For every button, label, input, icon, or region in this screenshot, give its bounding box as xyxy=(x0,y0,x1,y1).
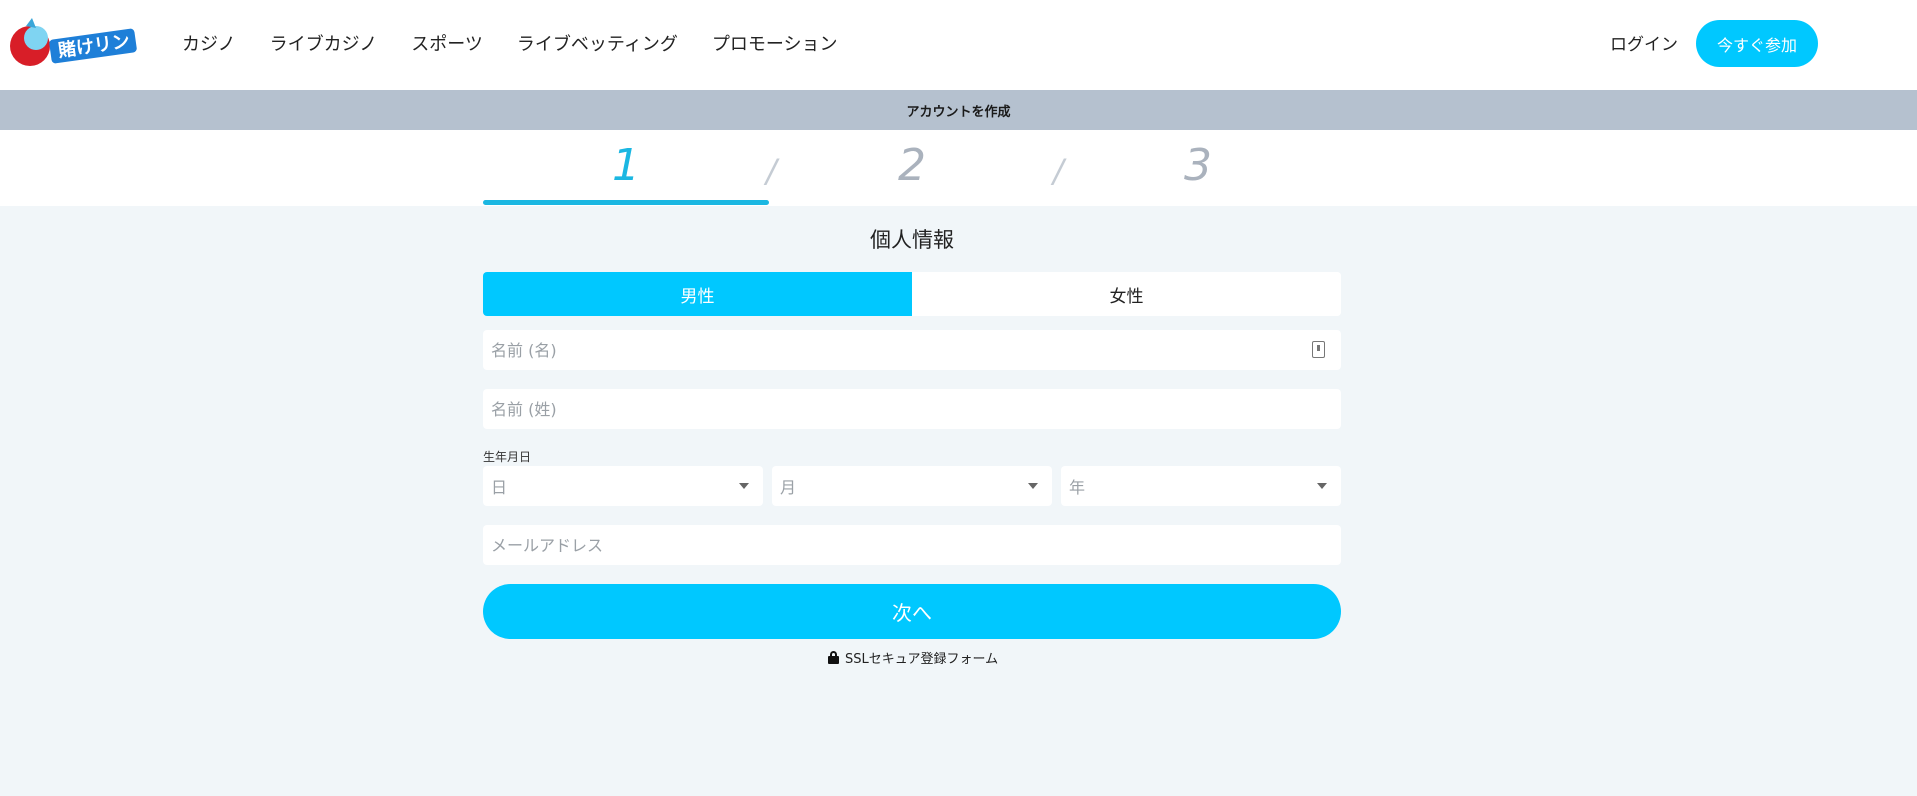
login-link[interactable]: ログイン xyxy=(1610,30,1678,55)
first-name-input[interactable] xyxy=(491,330,1341,370)
next-button[interactable]: 次へ xyxy=(483,584,1341,639)
active-step-underline xyxy=(483,200,769,205)
month-placeholder: 月 xyxy=(780,478,797,497)
step-1: 1 xyxy=(612,140,640,191)
site-logo[interactable]: 賭けリン xyxy=(6,16,140,72)
main-nav: カジノ ライブカジノ スポーツ ライブベッティング プロモーション xyxy=(182,0,871,86)
nav-casino[interactable]: カジノ xyxy=(182,30,236,56)
step-2: 2 xyxy=(898,140,926,191)
gender-toggle: 男性 女性 xyxy=(483,272,1341,316)
secure-form-note: SSLセキュア登録フォーム xyxy=(828,648,998,667)
secure-form-text: SSLセキュア登録フォーム xyxy=(845,652,999,667)
step-3: 3 xyxy=(1184,140,1212,191)
chevron-down-icon xyxy=(1317,483,1327,489)
nav-live-betting[interactable]: ライブベッティング xyxy=(517,30,678,56)
lock-icon xyxy=(828,651,839,664)
dob-label: 生年月日 xyxy=(483,450,532,464)
gender-male-option[interactable]: 男性 xyxy=(483,272,912,316)
last-name-field xyxy=(483,389,1341,429)
email-field xyxy=(483,525,1341,565)
nav-sports[interactable]: スポーツ xyxy=(411,30,483,56)
last-name-input[interactable] xyxy=(491,389,1341,429)
first-name-field xyxy=(483,330,1341,370)
chevron-down-icon xyxy=(1028,483,1038,489)
page-title: アカウントを作成 xyxy=(906,104,1011,120)
join-now-button[interactable]: 今すぐ参加 xyxy=(1696,20,1818,67)
year-placeholder: 年 xyxy=(1069,478,1086,497)
id-card-icon xyxy=(1312,341,1325,358)
chevron-down-icon xyxy=(739,483,749,489)
step-indicator: 1 / 2 / 3 xyxy=(0,130,1917,206)
form-section-title: 個人情報 xyxy=(870,228,954,252)
gender-female-option[interactable]: 女性 xyxy=(912,272,1341,316)
email-input[interactable] xyxy=(491,525,1341,565)
nav-promotions[interactable]: プロモーション xyxy=(712,30,838,56)
dob-year-select[interactable]: 年 xyxy=(1061,466,1341,506)
day-placeholder: 日 xyxy=(491,478,508,497)
dob-day-select[interactable]: 日 xyxy=(483,466,763,506)
page-title-bar: アカウントを作成 xyxy=(0,90,1917,130)
nav-live-casino[interactable]: ライブカジノ xyxy=(270,30,378,56)
site-header: 賭けリン カジノ ライブカジノ スポーツ ライブベッティング プロモーション ロ… xyxy=(0,0,1917,90)
dob-month-select[interactable]: 月 xyxy=(772,466,1052,506)
